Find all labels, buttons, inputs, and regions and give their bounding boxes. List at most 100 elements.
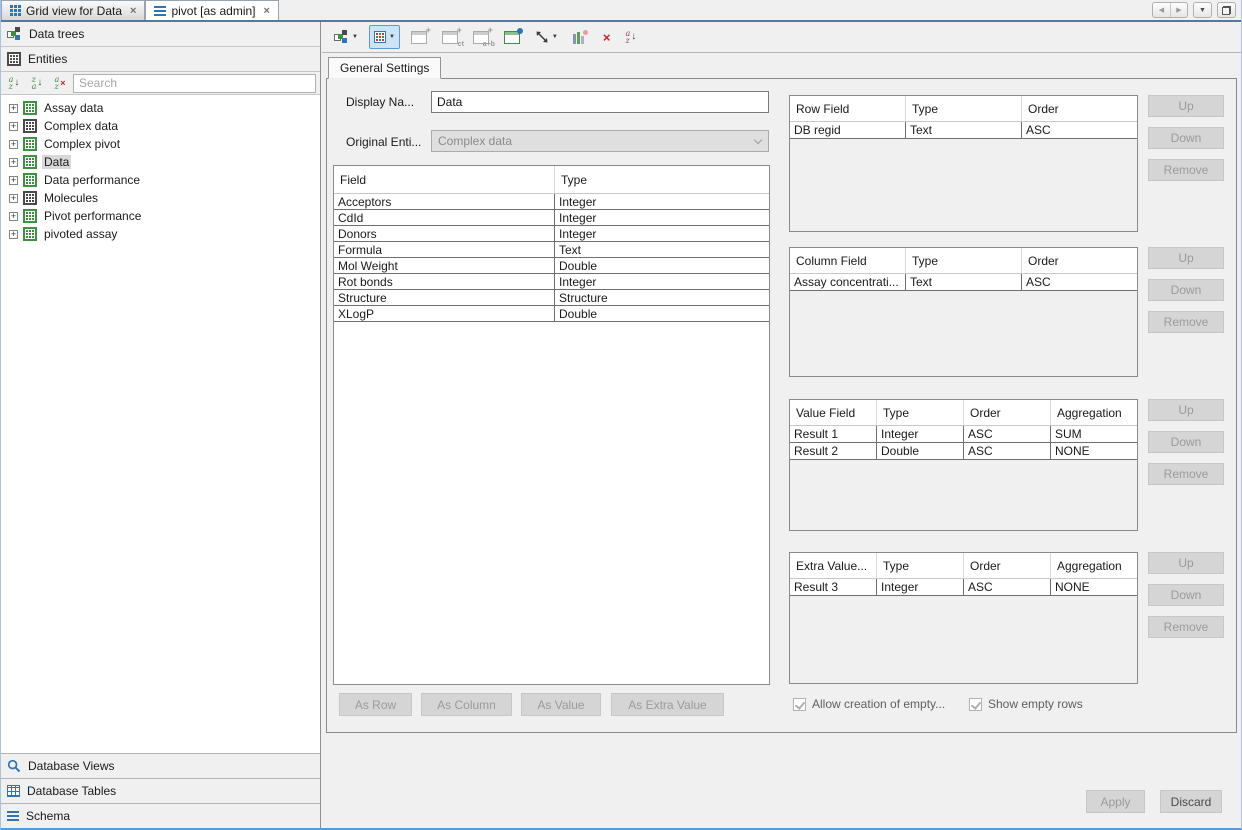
transpose-arrow-icon xyxy=(535,30,549,44)
table-header: Column Field Type Order xyxy=(790,248,1137,274)
discard-button[interactable]: Discard xyxy=(1160,790,1222,813)
table-row[interactable]: DB regid Text ASC xyxy=(790,122,1137,139)
entity-icon xyxy=(23,191,37,205)
sort-button[interactable]: az ↓ xyxy=(621,25,640,49)
value-down-button[interactable]: Down xyxy=(1148,431,1224,453)
sidebar: Data trees Entities az ↓ za ↓ az xyxy=(1,22,321,828)
expand-icon[interactable]: + xyxy=(9,140,18,149)
table-row[interactable]: XLogP Double xyxy=(334,306,769,322)
database-tables-icon xyxy=(7,785,20,797)
scroll-right-button[interactable]: ▶ xyxy=(1170,3,1187,17)
sidebar-item-database-views[interactable]: Database Views xyxy=(1,753,320,778)
value-field-table: Value Field Type Order Aggregation Resul… xyxy=(789,399,1138,531)
transpose-button[interactable]: ▼ xyxy=(531,25,562,49)
close-icon[interactable]: × xyxy=(264,5,270,17)
table-row[interactable]: Acceptors Integer xyxy=(334,194,769,210)
extra-down-button[interactable]: Down xyxy=(1148,584,1224,606)
add-crosstab-table-button[interactable]: +ct xyxy=(438,25,462,49)
add-aplusb-table-button[interactable]: +a+b xyxy=(469,25,493,49)
chevron-down-icon: ▼ xyxy=(552,34,558,40)
tree-item-complex-pivot[interactable]: + Complex pivot xyxy=(1,135,320,153)
expand-icon[interactable]: + xyxy=(9,104,18,113)
expand-icon[interactable]: + xyxy=(9,194,18,203)
search-input[interactable] xyxy=(73,74,316,93)
as-extra-value-button[interactable]: As Extra Value xyxy=(611,693,724,716)
table-header: Value Field Type Order Aggregation xyxy=(790,400,1137,426)
tree-item-data[interactable]: + Data xyxy=(1,153,320,171)
extra-remove-button[interactable]: Remove xyxy=(1148,616,1224,638)
sidebar-item-label: Entities xyxy=(28,52,67,66)
sidebar-item-data-trees[interactable]: Data trees xyxy=(1,22,320,47)
table-header: Extra Value... Type Order Aggregation xyxy=(790,553,1137,579)
table-row[interactable]: Result 3 Integer ASC NONE xyxy=(790,579,1137,596)
table-row[interactable]: Result 2 Double ASC NONE xyxy=(790,443,1137,460)
scroll-left-button[interactable]: ◀ xyxy=(1153,3,1170,17)
column-down-button[interactable]: Down xyxy=(1148,279,1224,301)
grid-icon xyxy=(10,5,21,16)
chart-button[interactable] xyxy=(569,25,592,49)
tab-grid-view-for-data[interactable]: Grid view for Data × xyxy=(1,0,145,20)
sidebar-item-database-tables[interactable]: Database Tables xyxy=(1,778,320,803)
fields-table: Field Type Acceptors Integer CdId Intege… xyxy=(333,165,770,685)
column-remove-button[interactable]: Remove xyxy=(1148,311,1224,333)
expand-icon[interactable]: + xyxy=(9,212,18,221)
sort-descending-button[interactable]: za ↓ xyxy=(27,74,47,93)
as-column-button[interactable]: As Column xyxy=(421,693,512,716)
value-remove-button[interactable]: Remove xyxy=(1148,463,1224,485)
new-table-button[interactable] xyxy=(500,25,524,49)
tree-item-pivot-performance[interactable]: + Pivot performance xyxy=(1,207,320,225)
sidebar-item-label: Database Views xyxy=(28,759,115,773)
clear-sort-button[interactable]: az × xyxy=(50,74,70,93)
delete-button[interactable]: × xyxy=(599,25,615,49)
tab-pivot-as-admin[interactable]: pivot [as admin] × xyxy=(145,0,278,20)
general-settings-panel: Display Na... Original Enti... Complex d… xyxy=(326,78,1237,733)
expand-icon[interactable]: + xyxy=(9,158,18,167)
pivot-layout-button[interactable]: ▼ xyxy=(330,25,362,49)
row-field-table: Row Field Type Order DB regid Text ASC xyxy=(789,95,1138,232)
expand-icon[interactable]: + xyxy=(9,122,18,131)
sidebar-item-entities[interactable]: Entities xyxy=(1,47,320,72)
add-table-button[interactable]: + xyxy=(407,25,431,49)
tree-item-assay-data[interactable]: + Assay data xyxy=(1,99,320,117)
entities-filter-row: az ↓ za ↓ az × xyxy=(1,72,320,95)
sort-desc-icon: za ↓ xyxy=(32,76,43,90)
table-row[interactable]: CdId Integer xyxy=(334,210,769,226)
as-row-button[interactable]: As Row xyxy=(339,693,412,716)
allow-empty-checkbox[interactable] xyxy=(793,698,806,711)
as-value-button[interactable]: As Value xyxy=(521,693,601,716)
tree-item-pivoted-assay[interactable]: + pivoted assay xyxy=(1,225,320,243)
close-icon[interactable]: × xyxy=(130,5,136,17)
row-up-button[interactable]: Up xyxy=(1148,95,1224,117)
row-remove-button[interactable]: Remove xyxy=(1148,159,1224,181)
sidebar-item-schema[interactable]: Schema xyxy=(1,803,320,828)
table-row[interactable]: Donors Integer xyxy=(334,226,769,242)
row-down-button[interactable]: Down xyxy=(1148,127,1224,149)
table-row[interactable]: Mol Weight Double xyxy=(334,258,769,274)
table-row[interactable]: Formula Text xyxy=(334,242,769,258)
extra-up-button[interactable]: Up xyxy=(1148,552,1224,574)
table-row[interactable]: Rot bonds Integer xyxy=(334,274,769,290)
tree-item-data-performance[interactable]: + Data performance xyxy=(1,171,320,189)
entity-icon xyxy=(23,101,37,115)
table-row[interactable]: Result 1 Integer ASC SUM xyxy=(790,426,1137,443)
display-name-input[interactable] xyxy=(431,91,769,113)
column-up-button[interactable]: Up xyxy=(1148,247,1224,269)
show-empty-rows-checkbox[interactable] xyxy=(969,698,982,711)
table-row[interactable]: Structure Structure xyxy=(334,290,769,306)
original-entity-select[interactable]: Complex data xyxy=(431,130,769,152)
tree-item-molecules[interactable]: + Molecules xyxy=(1,189,320,207)
expand-icon[interactable]: + xyxy=(9,176,18,185)
sort-ascending-button[interactable]: az ↓ xyxy=(4,74,24,93)
tab-general-settings[interactable]: General Settings xyxy=(328,57,441,79)
value-up-button[interactable]: Up xyxy=(1148,399,1224,421)
sidebar-item-label: Data trees xyxy=(29,27,84,41)
grid-view-button[interactable]: ▼ xyxy=(369,25,400,49)
toolbar: ▼ ▼ + +ct +a+b xyxy=(322,22,1241,53)
restore-window-button[interactable] xyxy=(1217,2,1236,18)
tree-item-complex-data[interactable]: + Complex data xyxy=(1,117,320,135)
apply-button[interactable]: Apply xyxy=(1086,790,1145,813)
expand-icon[interactable]: + xyxy=(9,230,18,239)
tab-list-dropdown-button[interactable]: ▼ xyxy=(1193,2,1212,18)
add-crosstab-table-icon: +ct xyxy=(442,31,458,44)
table-row[interactable]: Assay concentrati... Text ASC xyxy=(790,274,1137,291)
